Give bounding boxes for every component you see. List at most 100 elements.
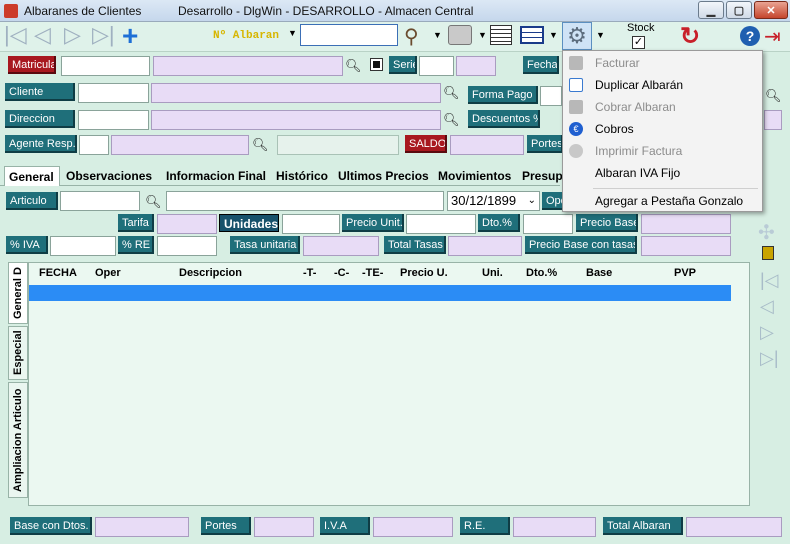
agente-name-field[interactable] (111, 135, 249, 155)
search-icon[interactable]: 🔍︎ (252, 137, 269, 153)
col-fecha[interactable]: FECHA (39, 267, 77, 279)
total-tasas-label: Total Tasas (384, 236, 446, 254)
search-mode-select[interactable]: Nº Albaran (213, 30, 279, 42)
lines-grid[interactable]: FECHA Oper Descripcion -T- -C- -TE- Prec… (28, 262, 750, 506)
date-picker[interactable]: 30/12/1899 ⌄ (447, 191, 540, 211)
refresh-icon[interactable]: ↻ (680, 22, 700, 51)
menu-item-agregar-pestana[interactable]: Agregar a Pestaña Gonzalo (563, 190, 762, 212)
serie-name-field[interactable] (456, 56, 496, 76)
search-icon[interactable]: 🔍︎ (443, 112, 460, 128)
chevron-down-icon[interactable]: ▼ (288, 28, 297, 38)
agente-field[interactable] (79, 135, 109, 155)
menu-item-albaran-iva-fijo[interactable]: Albaran IVA Fijo (563, 162, 762, 184)
chevron-down-icon[interactable]: ▼ (478, 30, 487, 40)
minimize-button[interactable]: ▁ (698, 1, 724, 19)
vtab-especial[interactable]: Especial (8, 326, 28, 380)
table-icon[interactable] (520, 26, 544, 44)
col-dto[interactable]: Dto.% (526, 267, 557, 279)
print-icon[interactable] (448, 25, 472, 45)
cliente-field[interactable] (78, 83, 149, 103)
maximize-button[interactable]: ▢ (726, 1, 752, 19)
find-person-icon[interactable]: ⚲ (404, 24, 419, 49)
menu-item-imprimir-factura[interactable]: Imprimir Factura (563, 140, 762, 162)
menu-item-cobrar-albaran[interactable]: Cobrar Albaran (563, 96, 762, 118)
exit-icon[interactable]: ⇥ (764, 24, 781, 49)
chevron-down-icon[interactable]: ▼ (433, 30, 442, 40)
unidades-field[interactable] (282, 214, 340, 234)
matricula-checkbox[interactable] (370, 58, 383, 71)
last-line-icon[interactable]: ▷| (760, 348, 779, 369)
menu-item-facturar[interactable]: Facturar (563, 52, 762, 74)
toolbar: |◁ ◁ ▷ ▷| + Nº Albaran ▼ ⚲ ▼ ▼ ▼ ⚙ ▼ Sto… (0, 20, 790, 52)
help-icon[interactable]: ? (740, 26, 760, 46)
chevron-down-icon[interactable]: ⌄ (528, 192, 536, 210)
tarifa-field[interactable] (157, 214, 217, 234)
search-icon[interactable]: 🔍︎ (345, 58, 362, 74)
serie-label: Serie (389, 56, 417, 74)
iva-field[interactable] (50, 236, 116, 256)
articulo-field[interactable] (60, 191, 140, 211)
environment-title: Desarrollo - DlgWin - DESARROLLO - Almac… (178, 4, 474, 18)
total-albaran-label: Total Albaran (603, 517, 683, 535)
col-precio-u[interactable]: Precio U. (400, 267, 448, 279)
matricula-name-field[interactable] (153, 56, 343, 76)
tab-informacion-final[interactable]: Informacion Final (162, 166, 270, 186)
table-row[interactable] (29, 285, 731, 301)
gear-icon[interactable]: ⚙ (562, 22, 592, 50)
search-icon[interactable]: 🔍︎ (443, 85, 460, 101)
precio-unit-field[interactable] (406, 214, 476, 234)
search-icon[interactable]: 🔍︎ (145, 194, 162, 210)
next-line-icon[interactable]: ▷ (760, 322, 774, 343)
col-pvp[interactable]: PVP (674, 267, 696, 279)
direccion-detail-field[interactable] (151, 110, 441, 130)
vtab-ampliacion-articulo[interactable]: Ampliacion Articulo (8, 382, 28, 498)
col-descripcion[interactable]: Descripcion (179, 267, 242, 279)
tab-general[interactable]: General (4, 166, 60, 186)
first-record-icon[interactable]: |◁ (4, 22, 27, 48)
last-record-icon[interactable]: ▷| (92, 22, 115, 48)
menu-item-duplicar-albaran[interactable]: Duplicar Albarán (563, 74, 762, 96)
close-button[interactable]: ✕ (754, 1, 788, 19)
precio-base-tasas-label: Precio Base con tasas (525, 236, 637, 254)
search-icon[interactable]: 🔍︎ (765, 88, 782, 104)
next-record-icon[interactable]: ▷ (64, 22, 81, 48)
matricula-field[interactable] (61, 56, 150, 76)
chevron-down-icon[interactable]: ▼ (549, 30, 558, 40)
charge-icon (569, 100, 583, 114)
menu-item-cobros[interactable]: € Cobros (563, 118, 762, 140)
expand-icon[interactable]: ✣ (758, 220, 775, 245)
window-title: Albaranes de Clientes (24, 4, 142, 18)
tab-ultimos-precios[interactable]: Ultimos Precios (334, 166, 432, 186)
chevron-down-icon[interactable]: ▼ (596, 30, 605, 40)
first-line-icon[interactable]: |◁ (760, 270, 779, 291)
menu-item-label: Duplicar Albarán (595, 78, 684, 92)
re-field[interactable] (157, 236, 217, 256)
search-input[interactable] (300, 24, 398, 46)
col-c[interactable]: -C- (334, 267, 349, 279)
col-uni[interactable]: Uni. (482, 267, 503, 279)
col-base[interactable]: Base (586, 267, 612, 279)
col-oper[interactable]: Oper (95, 267, 121, 279)
clipboard-icon[interactable] (762, 246, 774, 260)
prev-line-icon[interactable]: ◁ (760, 296, 774, 317)
direccion-field[interactable] (78, 110, 149, 130)
tab-presupuestos[interactable]: Presup (518, 166, 562, 186)
tab-historico[interactable]: Histórico (272, 166, 332, 186)
vtab-general-detalle[interactable]: General D (8, 262, 28, 324)
serie-field[interactable] (419, 56, 454, 76)
precio-base-field (641, 214, 731, 234)
articulo-description-field[interactable] (166, 191, 444, 211)
descuentos-field[interactable] (764, 110, 782, 130)
base-dtos-label: Base con Dtos. (10, 517, 92, 535)
forma-pago-field[interactable] (540, 86, 562, 106)
cliente-name-field[interactable] (151, 83, 441, 103)
tab-observaciones[interactable]: Observaciones (62, 166, 160, 186)
list-icon[interactable] (490, 25, 512, 45)
add-icon[interactable]: + (122, 20, 138, 52)
col-te[interactable]: -TE- (362, 267, 383, 279)
prev-record-icon[interactable]: ◁ (34, 22, 51, 48)
tab-movimientos[interactable]: Movimientos (434, 166, 516, 186)
col-t[interactable]: -T- (303, 267, 316, 279)
stock-checkbox[interactable]: ✓ (632, 36, 645, 49)
dto-field[interactable] (523, 214, 573, 234)
